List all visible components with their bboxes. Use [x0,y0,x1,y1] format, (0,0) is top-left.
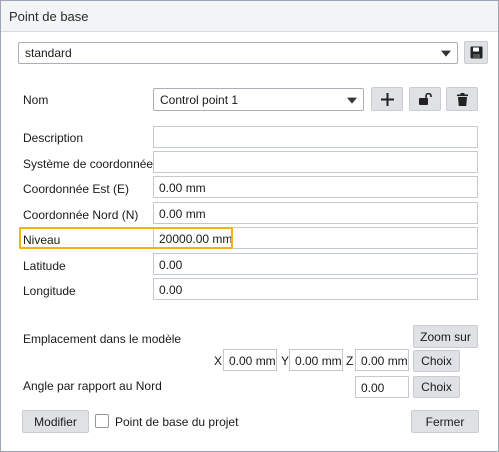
emplacement-label: Emplacement dans le modèle [23,332,182,346]
easting-value: 0.00 mm [159,181,206,195]
choix-angle-label: Choix [421,380,452,394]
choix-angle-button[interactable]: Choix [413,376,460,398]
floppy-disk-icon [470,46,482,59]
z-coordinate-field[interactable]: 0.00 mm [355,349,409,371]
add-button[interactable] [371,87,403,111]
title-bar: Point de base [1,1,498,32]
easting-label: Coordonnée Est (E) [23,182,130,196]
choix-emplacement-button[interactable]: Choix [413,350,460,372]
niveau-highlight [19,227,233,249]
y-axis-label: Y [281,354,290,368]
choix-emplacement-label: Choix [421,354,452,368]
x-coordinate-value: 0.00 mm [229,354,276,368]
project-base-point-checkbox[interactable] [95,414,109,428]
northing-label: Coordonnée Nord (N) [23,208,139,222]
longitude-value: 0.00 [159,283,183,297]
description-field[interactable] [153,126,478,148]
project-base-point-label: Point de base du projet [115,415,239,429]
preset-value: standard [25,46,72,60]
longitude-label: Longitude [23,284,76,298]
angle-label: Angle par rapport au Nord [23,379,162,393]
northing-field[interactable]: 0.00 mm [153,202,478,224]
fermer-button[interactable]: Fermer [411,410,479,433]
window-title: Point de base [9,9,89,24]
x-coordinate-field[interactable]: 0.00 mm [223,349,277,371]
plus-icon [380,92,394,106]
coordinate-system-field[interactable] [153,151,478,173]
nom-dropdown[interactable]: Control point 1 [153,88,364,111]
delete-button[interactable] [446,87,478,111]
coordinate-system-label: Système de coordonnées [23,157,160,171]
angle-field[interactable]: 0.00 [355,376,409,398]
y-coordinate-value: 0.00 mm [295,354,342,368]
zoom-sur-button[interactable]: Zoom sur [413,325,478,348]
latitude-field[interactable]: 0.00 [153,253,478,275]
z-axis-label: Z [346,354,354,368]
chevron-down-icon [441,50,451,57]
description-label: Description [23,131,84,145]
latitude-value: 0.00 [159,258,183,272]
nom-label: Nom [23,93,49,107]
dialog-point-de-base: Point de base standard Nom Control point… [0,0,499,452]
x-axis-label: X [214,354,223,368]
angle-value: 0.00 [361,381,385,395]
zoom-sur-label: Zoom sur [420,329,471,344]
preset-dropdown[interactable]: standard [18,42,458,64]
chevron-down-icon [347,97,357,104]
save-preset-button[interactable] [464,41,488,64]
easting-field[interactable]: 0.00 mm [153,176,478,198]
latitude-label: Latitude [23,259,66,273]
z-coordinate-value: 0.00 mm [361,354,408,368]
trash-icon [456,92,468,106]
nom-value: Control point 1 [160,92,239,107]
longitude-field[interactable]: 0.00 [153,278,478,300]
fermer-label: Fermer [425,414,465,429]
modifier-button[interactable]: Modifier [22,410,89,433]
unlock-icon [419,93,432,105]
unlock-button[interactable] [409,87,441,111]
modifier-label: Modifier [34,414,77,429]
northing-value: 0.00 mm [159,207,206,221]
y-coordinate-field[interactable]: 0.00 mm [289,349,343,371]
